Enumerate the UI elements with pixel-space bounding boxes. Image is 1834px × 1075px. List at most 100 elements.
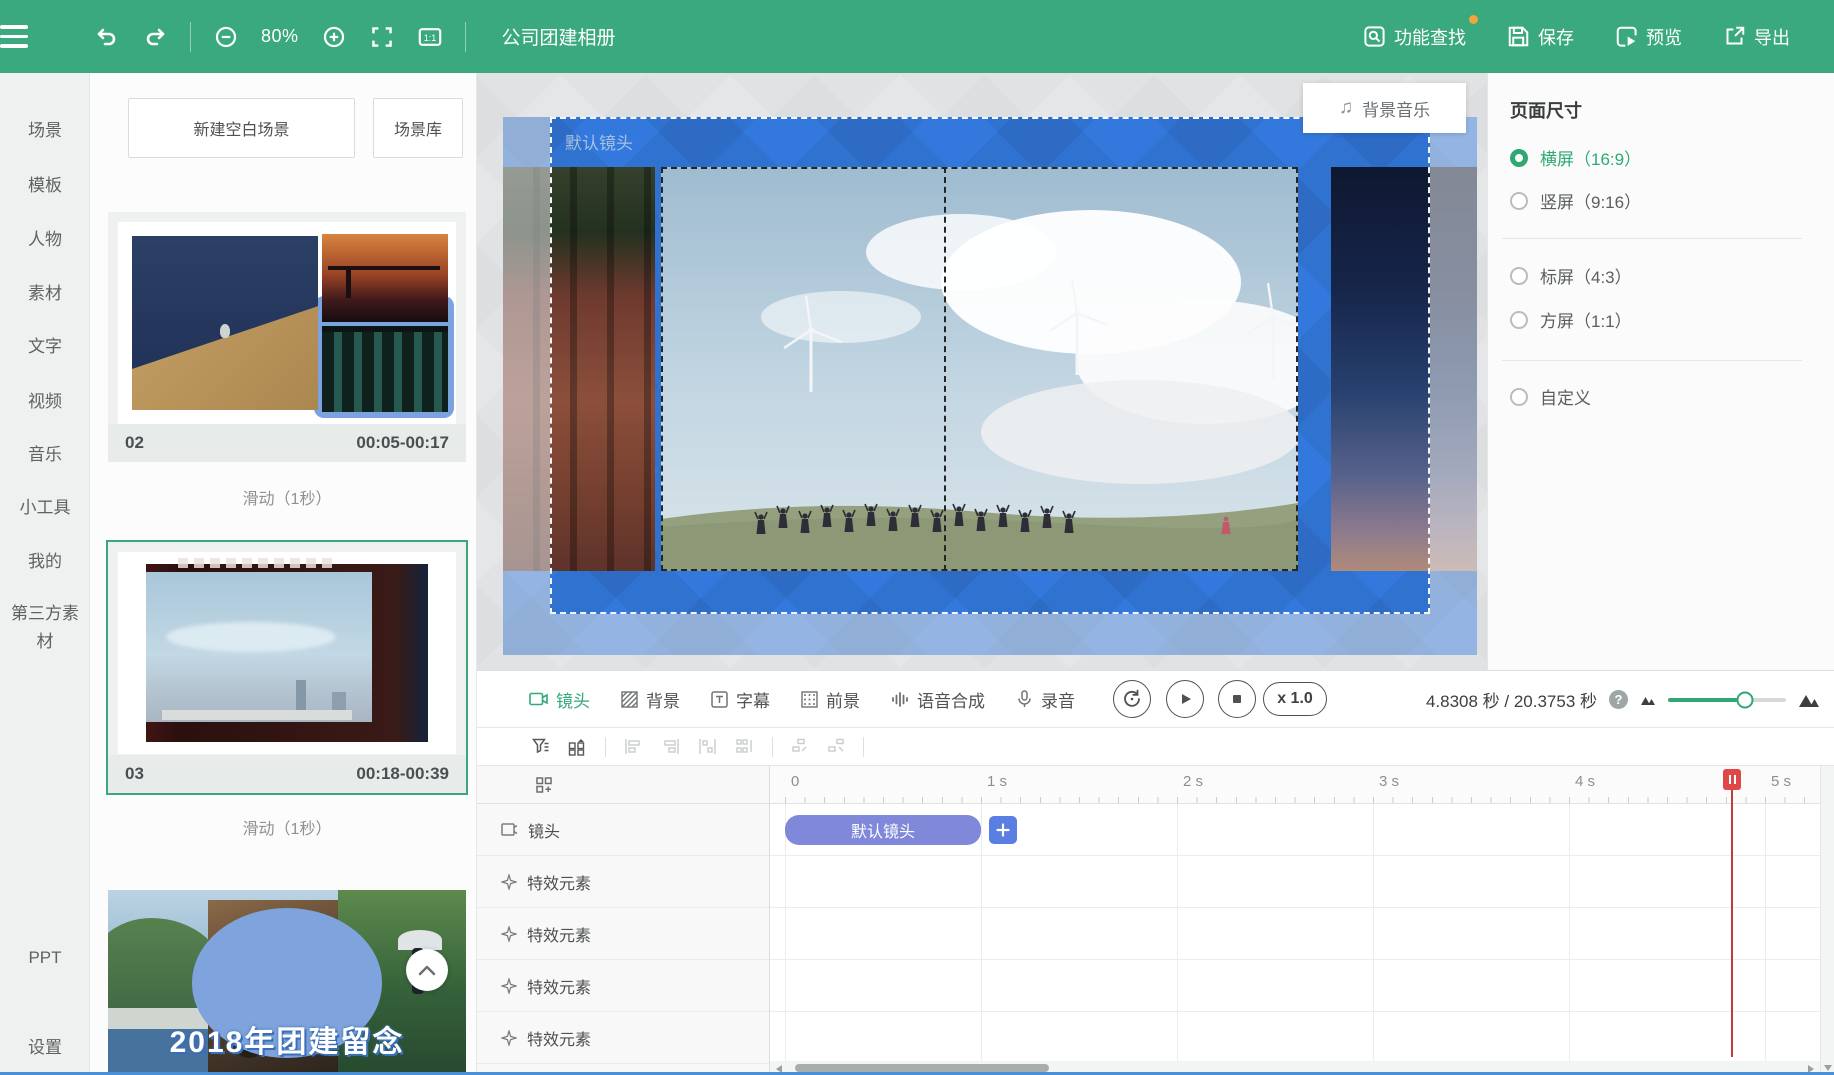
save-button[interactable]: 保存 (1508, 24, 1574, 50)
tab-shot[interactable]: 镜头 (529, 687, 590, 712)
track-header-shot[interactable]: 镜头 (477, 804, 769, 856)
slider-thumb[interactable] (1736, 691, 1753, 708)
scene-time-range: 00:05-00:17 (356, 433, 449, 453)
transition-label[interactable]: 滑动（1秒） (108, 485, 466, 509)
timeline-zoom-slider[interactable] (1668, 698, 1786, 702)
zoom-level[interactable]: 80% (261, 26, 299, 47)
sidebar-item-music[interactable]: 音乐 (0, 442, 90, 468)
page-size-option-landscape[interactable]: 横屏（16:9） (1510, 145, 1641, 170)
panel-divider (1502, 238, 1802, 239)
play-button[interactable] (1166, 680, 1204, 718)
ruler-label: 0 (791, 773, 799, 790)
align-right-icon[interactable] (661, 738, 680, 755)
transition-label[interactable]: 滑动（1秒） (108, 815, 466, 839)
export-icon (1724, 26, 1745, 47)
track-header-effect[interactable]: 特效元素 (477, 908, 769, 960)
track-row-effect[interactable] (770, 856, 1820, 908)
save-icon (1508, 26, 1529, 47)
zoom-in-icon[interactable] (321, 24, 347, 50)
timeline-zoom-out-icon[interactable] (1640, 693, 1656, 706)
sidebar-item-scene[interactable]: 场景 (0, 118, 90, 144)
track-header-effect[interactable]: 特效元素 (477, 1012, 769, 1064)
canvas-stage[interactable]: 默认镜头 ♫ 背景音乐 (477, 73, 1487, 670)
redo-icon[interactable] (142, 24, 168, 50)
tab-background[interactable]: 背景 (621, 687, 680, 712)
stop-button[interactable] (1218, 680, 1256, 718)
scene-library-button[interactable]: 场景库 (373, 98, 463, 158)
background-music-button[interactable]: ♫ 背景音乐 (1303, 83, 1466, 133)
sidebar-item-thirdparty[interactable]: 第三方素材 (10, 600, 80, 656)
scene-card-03-selected[interactable]: 03 00:18-00:39 (108, 542, 466, 793)
scene-04-caption: 2018年团建留念 (108, 1017, 466, 1061)
toolbar-divider (190, 22, 191, 52)
help-icon[interactable]: ? (1609, 690, 1628, 709)
photo-selection-border[interactable] (661, 167, 1298, 571)
ruler-label: 5 s (1771, 773, 1791, 790)
playhead-handle[interactable] (1723, 769, 1741, 790)
export-button[interactable]: 导出 (1724, 24, 1790, 50)
zoom-out-icon[interactable] (213, 24, 239, 50)
distribute-h-icon[interactable] (698, 738, 717, 755)
track-header-effect[interactable]: 特效元素 (477, 960, 769, 1012)
filter-icon[interactable] (532, 738, 550, 755)
project-title[interactable]: 公司团建相册 (502, 23, 616, 50)
shot-clip[interactable]: 默认镜头 (785, 815, 981, 845)
sidebar-item-tools[interactable]: 小工具 (0, 495, 90, 521)
vertical-scrollbar[interactable] (1820, 766, 1834, 1075)
preview-button[interactable]: 预览 (1616, 24, 1682, 50)
hatch-square-icon (621, 691, 638, 708)
scene-number: 03 (125, 764, 144, 784)
page-outside-area (477, 614, 1487, 670)
tab-subtitle[interactable]: 字幕 (711, 687, 770, 712)
feature-search-button[interactable]: 功能查找 (1364, 24, 1466, 50)
sidebar-item-material[interactable]: 素材 (0, 281, 90, 307)
time-ruler[interactable]: 0 1 s 2 s 3 s 4 s 5 s (770, 766, 1820, 804)
track-header-column: 镜头 特效元素 特效元素 特效元素 特效元素 (477, 766, 770, 1075)
fit-screen-icon[interactable] (369, 24, 395, 50)
sidebar-item-settings[interactable]: 设置 (0, 1035, 90, 1061)
ruler-label: 1 s (987, 773, 1007, 790)
menu-icon[interactable] (0, 16, 42, 58)
move-layer-up-icon[interactable] (791, 738, 809, 755)
tab-record[interactable]: 录音 (1016, 687, 1075, 712)
svg-text:1:1: 1:1 (423, 33, 436, 43)
scroll-down-icon[interactable] (1824, 1065, 1832, 1071)
scroll-up-button[interactable] (406, 949, 448, 991)
sidebar-item-mine[interactable]: 我的 (0, 549, 90, 575)
track-row-effect[interactable] (770, 1012, 1820, 1064)
actual-size-icon[interactable]: 1:1 (417, 24, 443, 50)
undo-icon[interactable] (94, 24, 120, 50)
radio-icon (1510, 311, 1528, 329)
timeline-zoom-in-icon[interactable] (1798, 691, 1820, 708)
hscroll-thumb[interactable] (795, 1064, 1049, 1072)
align-left-icon[interactable] (624, 738, 643, 755)
sidebar-item-character[interactable]: 人物 (0, 227, 90, 253)
sidebar-item-ppt[interactable]: PPT (0, 945, 90, 971)
playhead-line (1731, 787, 1733, 1057)
track-row-shot[interactable]: 默认镜头 (770, 804, 1820, 856)
track-row-effect[interactable] (770, 960, 1820, 1012)
sidebar-item-video[interactable]: 视频 (0, 389, 90, 415)
page-size-option-portrait[interactable]: 竖屏（9:16） (1510, 188, 1641, 213)
page-size-option-custom[interactable]: 自定义 (1510, 384, 1591, 409)
track-header-effect[interactable]: 特效元素 (477, 856, 769, 908)
sidebar-item-template[interactable]: 模板 (0, 173, 90, 199)
restart-button[interactable] (1113, 680, 1151, 718)
new-blank-scene-button[interactable]: 新建空白场景 (128, 98, 355, 158)
distribute-v-icon[interactable] (735, 738, 754, 755)
add-shot-button[interactable] (989, 816, 1017, 844)
tab-foreground[interactable]: 前景 (801, 687, 860, 712)
sidebar-item-text[interactable]: 文字 (0, 334, 90, 360)
tab-voice-synthesis[interactable]: 语音合成 (891, 687, 985, 712)
tools-divider (863, 737, 864, 757)
track-row-effect[interactable] (770, 908, 1820, 960)
layer-manager-icon[interactable] (568, 738, 587, 756)
page-size-option-square[interactable]: 方屏（1:1） (1510, 307, 1632, 332)
add-track-icon[interactable] (535, 776, 553, 794)
tools-divider (605, 737, 606, 757)
page-size-option-standard[interactable]: 标屏（4:3） (1510, 263, 1632, 288)
scene-card-02[interactable]: 02 00:05-00:17 (108, 212, 466, 462)
playback-speed-button[interactable]: x 1.0 (1263, 682, 1327, 716)
move-layer-down-icon[interactable] (827, 738, 845, 755)
tools-divider (772, 737, 773, 757)
